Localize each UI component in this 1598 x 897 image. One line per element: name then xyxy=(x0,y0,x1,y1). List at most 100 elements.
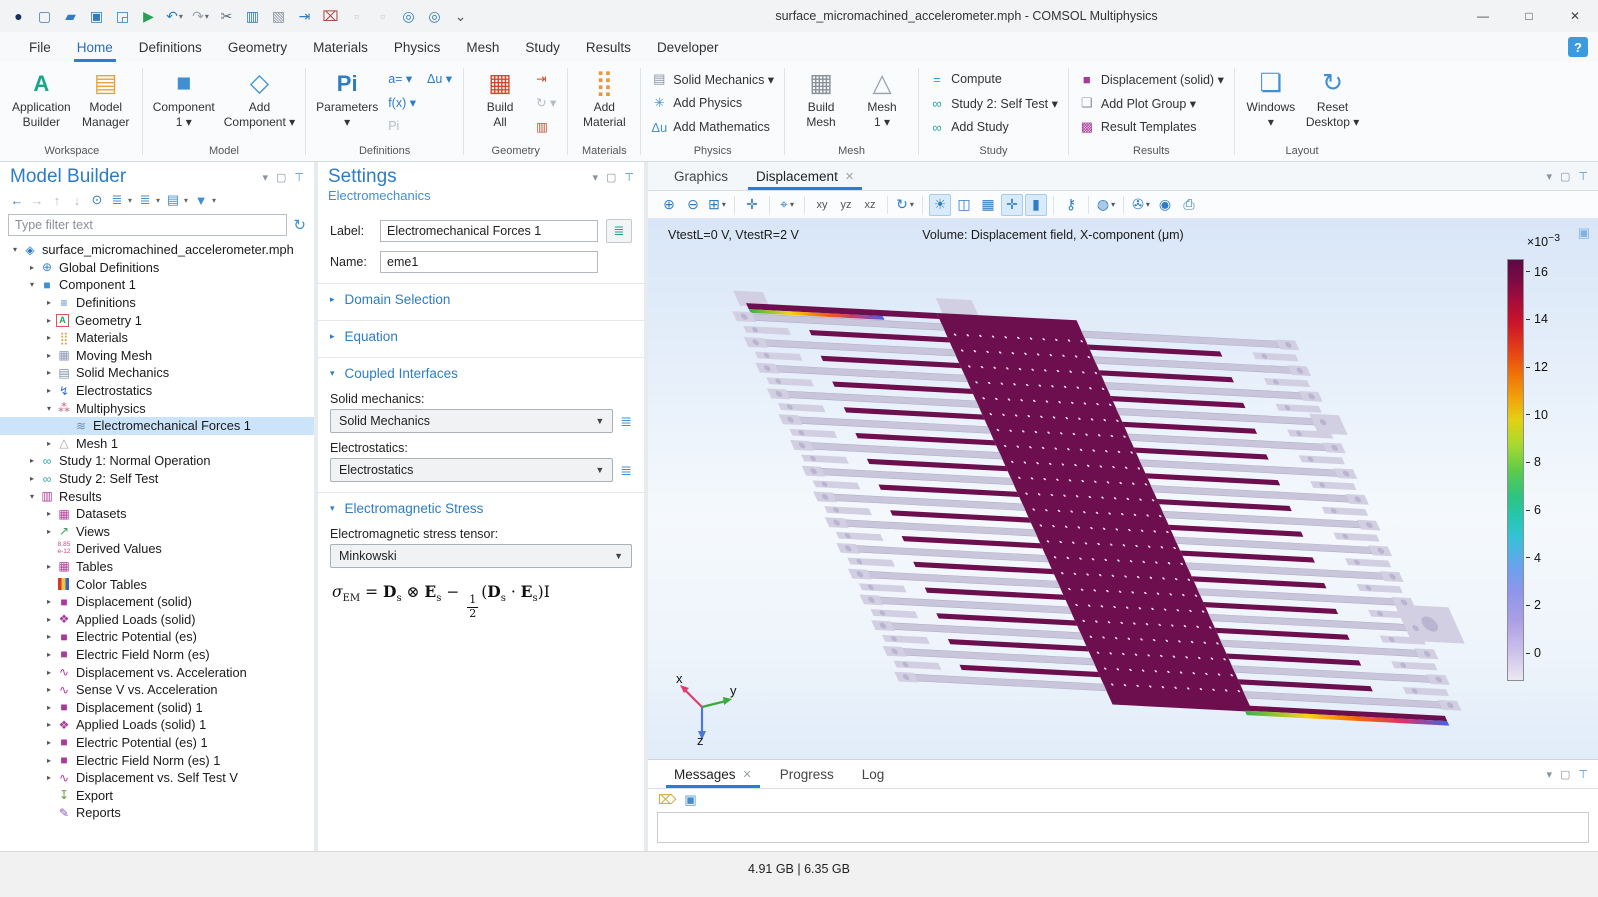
cut-icon[interactable]: ✂ xyxy=(214,4,239,28)
functions-button[interactable]: f(x) ▾ xyxy=(384,90,420,114)
section-domain-selection[interactable]: ▸ Domain Selection xyxy=(318,283,644,314)
copy-icon[interactable]: ▥ xyxy=(240,4,265,28)
deselect-box-icon[interactable]: ▫ xyxy=(370,4,395,28)
pin-panel-icon[interactable]: ⊤ xyxy=(1578,768,1588,781)
open-file-icon[interactable]: ▰ xyxy=(58,4,83,28)
collapse-panel-icon[interactable]: ▾ xyxy=(1546,170,1552,183)
filter-input[interactable] xyxy=(9,218,286,232)
tree-item[interactable]: ▸■Electric Potential (es) 1 xyxy=(0,734,314,752)
save-preview-icon[interactable]: ◲ xyxy=(110,4,135,28)
tree-item[interactable]: ▸△Mesh 1 xyxy=(0,435,314,453)
chevron-right-icon[interactable]: ▸ xyxy=(42,756,56,765)
forward-icon[interactable]: → xyxy=(28,190,46,210)
chevron-right-icon[interactable]: ▸ xyxy=(25,474,39,483)
tree-item[interactable]: ▸∿Displacement vs. Self Test V xyxy=(0,769,314,787)
chevron-right-icon[interactable]: ▸ xyxy=(42,650,56,659)
float-panel-icon[interactable]: ▢ xyxy=(1560,170,1570,183)
tree-item[interactable]: ▸≡Definitions xyxy=(0,294,314,312)
component-1-button[interactable]: ■Component 1 ▾ xyxy=(150,66,218,131)
tree-item[interactable]: ▾▥Results xyxy=(0,487,314,505)
chevron-right-icon[interactable]: ▸ xyxy=(42,439,56,448)
study-2-self-test-button[interactable]: ∞Study 2: Self Test ▾ xyxy=(926,91,1061,115)
chevron-right-icon[interactable]: ▸ xyxy=(42,316,56,325)
tab-graphics[interactable]: Graphics xyxy=(662,162,740,190)
tree-item[interactable]: ▸■Electric Field Norm (es) 1 xyxy=(0,751,314,769)
tree-item[interactable]: ↧Export xyxy=(0,786,314,804)
add-study-button[interactable]: ∞Add Study xyxy=(926,115,1061,139)
chevron-right-icon[interactable]: ▸ xyxy=(42,773,56,782)
tree-item[interactable]: ▸∿Sense V vs. Acceleration xyxy=(0,681,314,699)
ribbon-tab-study[interactable]: Study xyxy=(512,32,573,62)
maximize-button[interactable]: □ xyxy=(1506,0,1552,32)
pin-panel-icon[interactable]: ⊤ xyxy=(1578,170,1588,183)
view-xz-icon[interactable]: xz xyxy=(859,194,881,216)
application-builder-button[interactable]: AApplication Builder xyxy=(9,66,74,131)
duplicate-icon[interactable]: ⇥ xyxy=(292,4,317,28)
close-tab-icon[interactable]: ✕ xyxy=(845,170,854,183)
compute-button[interactable]: =Compute xyxy=(926,67,1061,91)
tree-item[interactable]: ▸▦Moving Mesh xyxy=(0,347,314,365)
tree-item[interactable]: ▸■Displacement (solid) xyxy=(0,593,314,611)
add-material-button[interactable]: ⣿Add Material xyxy=(575,66,633,131)
tree-item[interactable]: ▸■Displacement (solid) 1 xyxy=(0,698,314,716)
solid-mechanics-button[interactable]: ▤Solid Mechanics ▾ xyxy=(648,67,777,91)
reset-desktop-button[interactable]: ↻Reset Desktop ▾ xyxy=(1303,66,1362,131)
tab-log[interactable]: Log xyxy=(850,760,897,788)
chevron-right-icon[interactable]: ▸ xyxy=(42,351,56,360)
collapse-panel-icon[interactable]: ▾ xyxy=(262,171,268,184)
tree-item[interactable]: Color Tables xyxy=(0,575,314,593)
chevron-down-icon[interactable]: ▾ xyxy=(8,245,22,254)
messages-log-box[interactable] xyxy=(657,812,1589,843)
help-button[interactable]: ? xyxy=(1568,37,1588,57)
close-tab-icon[interactable]: ✕ xyxy=(743,768,752,781)
pin-panel-icon[interactable]: ⊤ xyxy=(624,171,634,184)
float-panel-icon[interactable]: ▢ xyxy=(1560,768,1570,781)
tree-item[interactable]: ▾⁂Multiphysics xyxy=(0,399,314,417)
ribbon-tab-materials[interactable]: Materials xyxy=(300,32,381,62)
zoom-out-icon[interactable]: ⊖ xyxy=(682,194,704,216)
tree-item[interactable]: ▾◈surface_micromachined_accelerometer.mp… xyxy=(0,241,314,259)
chevron-down-icon[interactable]: ▾ xyxy=(25,280,39,289)
tree-item[interactable]: ▸▦Tables xyxy=(0,558,314,576)
electrostatics-dropdown[interactable]: Electrostatics ▼ xyxy=(330,458,613,482)
chevron-right-icon[interactable]: ▸ xyxy=(25,263,39,272)
back-icon[interactable]: ← xyxy=(8,190,26,210)
environment-icon[interactable]: ✇▾ xyxy=(1130,194,1152,216)
tree-item[interactable]: ▾■Component 1 xyxy=(0,276,314,294)
select-box-icon[interactable]: ▫ xyxy=(344,4,369,28)
tree-item[interactable]: ▸AGeometry 1 xyxy=(0,311,314,329)
clear-messages-icon[interactable]: ⌦ xyxy=(658,792,676,808)
chevron-right-icon[interactable]: ▸ xyxy=(42,703,56,712)
find-icon[interactable]: ◎ xyxy=(396,4,421,28)
scene-light-icon[interactable]: ☀ xyxy=(929,194,951,216)
message-settings-icon[interactable]: ▣ xyxy=(684,792,696,808)
collapse-panel-icon[interactable]: ▾ xyxy=(1546,768,1552,781)
zoom-box-icon[interactable]: ⊞▾ xyxy=(706,194,728,216)
chevron-right-icon[interactable]: ▸ xyxy=(42,368,56,377)
filter-icon[interactable]: ▼ xyxy=(192,190,210,210)
tree-item[interactable]: ▸↗Views xyxy=(0,523,314,541)
transparency-icon[interactable]: ◫ xyxy=(953,194,975,216)
tree-item[interactable]: ▸∞Study 1: Normal Operation xyxy=(0,452,314,470)
build-all-button[interactable]: ▦Build All xyxy=(471,66,529,131)
chevron-right-icon[interactable]: ▸ xyxy=(42,597,56,606)
windows-button[interactable]: ❏Windows ▾ xyxy=(1242,66,1300,131)
chevron-right-icon[interactable]: ▸ xyxy=(42,386,56,395)
view-xy-icon[interactable]: xy xyxy=(811,194,833,216)
tree-item[interactable]: ▸■Electric Potential (es) xyxy=(0,628,314,646)
section-electromagnetic-stress[interactable]: ▾ Electromagnetic Stress xyxy=(318,492,644,523)
move-down-icon[interactable]: ↓ xyxy=(68,190,86,210)
axis-orientation-icon[interactable]: ✛ xyxy=(1001,194,1023,216)
model-manager-button[interactable]: ▤Model Manager xyxy=(77,66,135,131)
float-panel-icon[interactable]: ▢ xyxy=(276,171,286,184)
chevron-right-icon[interactable]: ▸ xyxy=(25,456,39,465)
show-grid-icon[interactable]: ▦ xyxy=(977,194,999,216)
default-3d-view-icon[interactable]: ⌖▾ xyxy=(776,194,798,216)
qat-overflow-icon[interactable]: ⌄ xyxy=(448,4,473,28)
chevron-right-icon[interactable]: ▸ xyxy=(42,720,56,729)
pin-panel-icon[interactable]: ⊤ xyxy=(294,171,304,184)
tree-item[interactable]: ▸■Electric Field Norm (es) xyxy=(0,646,314,664)
tab-displacement[interactable]: Displacement✕ xyxy=(744,162,866,190)
add-to-list-icon[interactable]: ≣ xyxy=(620,462,632,479)
edit-label-button[interactable]: ≣ xyxy=(606,219,632,243)
